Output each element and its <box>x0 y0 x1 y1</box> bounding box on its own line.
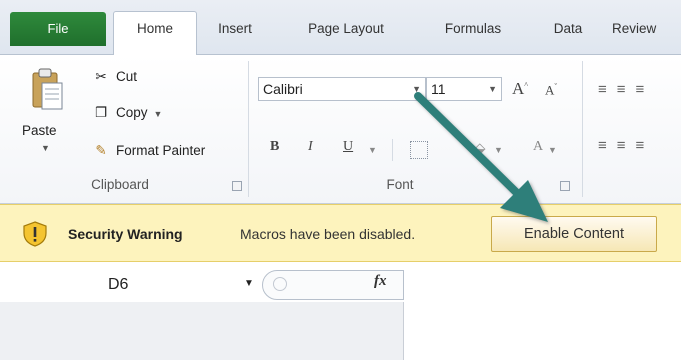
format-painter-label: Format Painter <box>116 143 206 158</box>
name-box[interactable]: D6 <box>0 272 260 298</box>
cut-button[interactable]: ✂ Cut <box>92 69 137 85</box>
font-color-button[interactable]: A <box>533 139 543 155</box>
clipboard-dialog-launcher-icon[interactable] <box>232 181 242 191</box>
splitter-handle[interactable] <box>273 277 287 291</box>
chevron-down-icon[interactable]: ▼ <box>488 78 497 100</box>
chevron-down-icon[interactable]: ▼ <box>494 145 503 155</box>
bold-button[interactable]: B <box>270 139 279 155</box>
scissors-icon: ✂ <box>95 69 107 84</box>
tab-insert[interactable]: Insert <box>205 12 265 46</box>
font-name-value: Calibri <box>263 81 303 97</box>
tab-file[interactable]: File <box>10 12 106 46</box>
insert-function-button[interactable]: fx <box>374 273 387 290</box>
font-size-value: 11 <box>431 81 446 97</box>
tab-home[interactable]: Home <box>113 11 197 55</box>
format-painter-button[interactable]: ✎ Format Painter <box>92 143 205 159</box>
grow-font-icon: A <box>512 79 525 98</box>
copy-button[interactable]: ❐ Copy ▼ <box>92 105 163 121</box>
security-warning-title: Security Warning <box>68 226 183 242</box>
borders-icon[interactable] <box>410 141 428 159</box>
clipboard-group-label: Clipboard <box>91 177 149 192</box>
formula-bar: D6 ▼ fx <box>0 262 681 360</box>
tab-data[interactable]: Data <box>540 12 596 46</box>
italic-button[interactable]: I <box>308 139 313 155</box>
underline-button[interactable]: U <box>343 139 353 155</box>
chevron-down-icon[interactable]: ▼ <box>154 109 163 119</box>
paintbrush-icon: ✎ <box>95 143 107 158</box>
font-name-combobox[interactable]: Calibri ▼ <box>258 77 426 101</box>
tab-formulas[interactable]: Formulas <box>428 12 518 46</box>
tab-review[interactable]: Review <box>612 12 681 46</box>
group-separator <box>582 61 583 197</box>
chevron-down-icon[interactable]: ▼ <box>41 143 50 153</box>
enable-content-button[interactable]: Enable Content <box>491 216 657 252</box>
font-group-label: Font <box>386 177 414 192</box>
align-left-icons[interactable]: ≡≡≡ <box>598 137 654 154</box>
security-warning-message: Macros have been disabled. <box>240 226 416 242</box>
worksheet-area[interactable] <box>0 302 404 360</box>
chevron-down-icon[interactable]: ▼ <box>412 78 421 100</box>
chevron-down-icon[interactable]: ▼ <box>548 145 557 155</box>
font-dialog-launcher-icon[interactable] <box>560 181 570 191</box>
copy-icon: ❐ <box>94 105 108 120</box>
chevron-down-icon[interactable]: ▼ <box>244 278 254 289</box>
shrink-font-icon: A <box>545 82 555 98</box>
grow-font-button[interactable]: A^ <box>512 79 528 99</box>
align-top-icons[interactable]: ≡≡≡ <box>598 81 654 98</box>
font-size-combobox[interactable]: 11 ▼ <box>426 77 502 101</box>
divider <box>392 139 393 161</box>
tab-page-layout[interactable]: Page Layout <box>290 12 402 46</box>
security-warning-bar: Security Warning Macros have been disabl… <box>0 204 681 262</box>
cut-label: Cut <box>116 69 138 84</box>
copy-label: Copy <box>116 105 148 120</box>
paste-button-label[interactable]: Paste <box>22 123 57 138</box>
ribbon-home: Paste ▼ ✂ Cut ❐ Copy ▼ ✎ Format Painter Clip… <box>0 54 681 204</box>
chevron-down-icon[interactable]: ▼ <box>368 145 377 155</box>
shrink-font-button[interactable]: Aˇ <box>545 82 557 98</box>
ribbon-tab-strip: File Home Insert Page Layout Formulas Da… <box>0 0 681 55</box>
fill-color-icon[interactable]: ⬙ <box>474 139 486 157</box>
group-separator <box>248 61 249 197</box>
paste-icon[interactable] <box>30 67 64 113</box>
shield-warning-icon <box>23 221 47 247</box>
